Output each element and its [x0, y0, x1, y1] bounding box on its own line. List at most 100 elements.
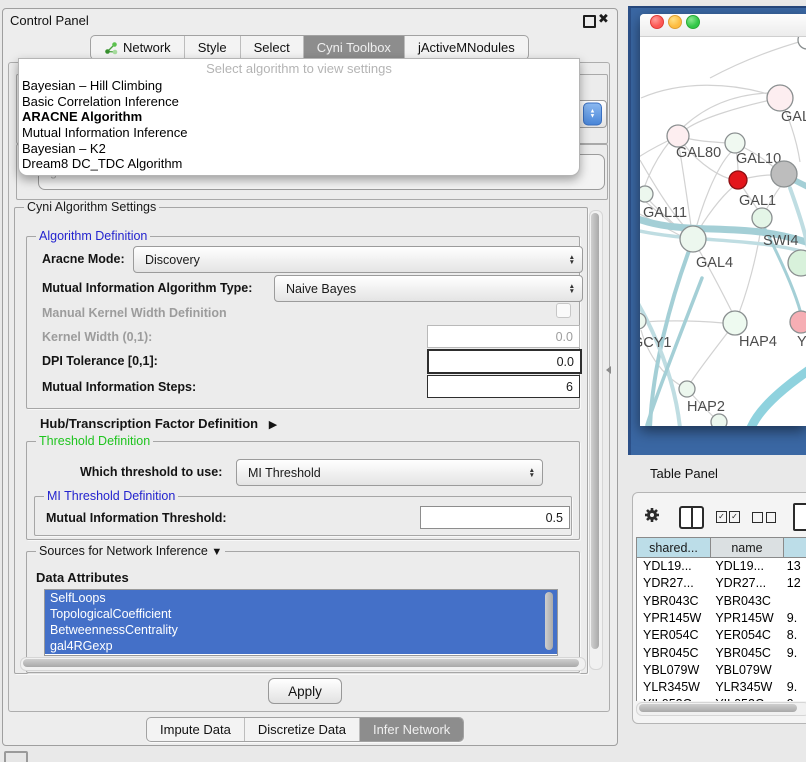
network-canvas[interactable]: GALGAL80GAL10GAL1GAL11GAL4SWI4GCY1HAP4YH…	[640, 37, 806, 426]
manual-kernel-checkbox[interactable]	[556, 303, 571, 318]
tab-infer-network[interactable]: Infer Network	[360, 718, 463, 741]
table-cell: YLR345W	[637, 679, 709, 696]
network-node[interactable]	[640, 186, 653, 202]
network-node[interactable]	[790, 311, 806, 333]
table-row[interactable]: YBR043CYBR043C	[637, 593, 806, 610]
network-window-titlebar[interactable]	[640, 14, 806, 37]
minimize-traffic-light[interactable]	[668, 15, 682, 29]
column-header-name[interactable]: name	[710, 537, 784, 558]
tab-cyni-toolbox[interactable]: Cyni Toolbox	[304, 36, 405, 59]
attribute-item-selected[interactable]: TopologicalCoefficient	[45, 606, 557, 622]
table-row[interactable]: YLR345WYLR345W9.	[637, 679, 806, 696]
table-cell: YBL079W	[637, 662, 709, 679]
dropdown-item[interactable]: Basic Correlation Inference	[19, 94, 579, 110]
network-node[interactable]	[752, 208, 772, 228]
column-header-partial[interactable]	[783, 537, 806, 558]
sources-title[interactable]: Sources for Network Inference ▼	[36, 544, 225, 558]
settings-group-title: Cyni Algorithm Settings	[24, 200, 159, 214]
tab-select[interactable]: Select	[241, 36, 304, 59]
tab-impute-data[interactable]: Impute Data	[147, 718, 245, 741]
attribute-item-selected[interactable]: SelfLoops	[45, 590, 557, 606]
bottom-tabbar: Impute Data Discretize Data Infer Networ…	[146, 717, 464, 742]
tab-jactivemnodules[interactable]: jActiveMNodules	[405, 36, 528, 59]
table-row[interactable]: YER054CYER054C8.	[637, 627, 806, 644]
float-window-icon[interactable]	[583, 15, 596, 28]
kernel-width-field[interactable]: 0.0	[427, 325, 580, 348]
column-header-shared-name[interactable]: shared...	[636, 537, 711, 558]
table-row[interactable]: YBL079WYBL079W	[637, 662, 806, 679]
splitpane-collapse-icon[interactable]	[606, 366, 611, 374]
table-row[interactable]: YDR27...YDR27...12	[637, 575, 806, 592]
table-hscrollbar[interactable]	[636, 702, 806, 716]
dpi-tolerance-label: DPI Tolerance [0,1]:	[42, 354, 158, 368]
tab-network-label: Network	[123, 40, 171, 55]
attributes-vscrollbar-thumb[interactable]	[545, 592, 553, 650]
network-node[interactable]	[788, 250, 806, 276]
table-cell: YDR27...	[637, 575, 709, 592]
table-cell: YER054C	[709, 627, 780, 644]
checked-boxes-icon[interactable]: ✓ ✓	[716, 511, 740, 522]
attribute-item-selected[interactable]: gal4RGexp	[45, 638, 557, 654]
gear-icon[interactable]	[643, 506, 661, 524]
table-row[interactable]: YDL19...YDL19...13	[637, 558, 806, 575]
tab-style[interactable]: Style	[185, 36, 241, 59]
unchecked-boxes-icon[interactable]	[752, 512, 776, 522]
minimized-panel-icon[interactable]	[4, 751, 28, 762]
table-cell: YPR145W	[709, 610, 780, 627]
network-node[interactable]	[723, 311, 747, 335]
dropdown-item[interactable]: Bayesian – K2	[19, 141, 579, 157]
table-cell: 9.	[781, 610, 806, 627]
node-label: GCY1	[640, 335, 672, 351]
table-row[interactable]: YBR045CYBR045C9.	[637, 645, 806, 662]
table-row[interactable]: YPR145WYPR145W9.	[637, 610, 806, 627]
network-node[interactable]	[679, 381, 695, 397]
combo-stepper-icon: ▲▼	[583, 103, 602, 126]
zoom-traffic-light[interactable]	[686, 15, 700, 29]
dropdown-item[interactable]: Dream8 DC_TDC Algorithm	[19, 156, 579, 172]
network-node[interactable]	[771, 161, 797, 187]
which-threshold-combo[interactable]: MI Threshold ▲▼	[236, 459, 543, 486]
network-node[interactable]	[725, 133, 745, 153]
dpi-tolerance-field[interactable]: 0.0	[427, 349, 582, 374]
node-label: HAP4	[739, 334, 777, 350]
hub-factor-expander[interactable]: Hub/Transcription Factor Definition ▶	[40, 416, 277, 431]
network-node[interactable]	[767, 85, 793, 111]
network-node[interactable]	[798, 37, 806, 49]
attribute-item-selected[interactable]: BetweennessCentrality	[45, 622, 557, 638]
close-traffic-light[interactable]	[650, 15, 664, 29]
algorithm-definition-title: Algorithm Definition	[36, 229, 150, 243]
settings-hscrollbar[interactable]	[20, 657, 586, 671]
mi-steps-field[interactable]: 6	[427, 375, 580, 398]
column-view-icon[interactable]	[679, 506, 704, 529]
combo-arrows-icon: ▲▼	[529, 468, 535, 478]
close-icon[interactable]: ✖	[598, 11, 609, 27]
table-cell: YBR045C	[709, 645, 780, 662]
combo-arrows-icon: ▲▼	[569, 255, 575, 265]
screen: Control Panel ✖ Network Style Select Cyn…	[0, 0, 806, 762]
sources-title-label: Sources for Network Inference	[39, 544, 208, 558]
tab-network[interactable]: Network	[91, 36, 185, 59]
network-node[interactable]	[680, 226, 706, 252]
settings-hscrollbar-thumb[interactable]	[23, 659, 579, 667]
network-node[interactable]	[729, 171, 747, 189]
dropdown-item[interactable]: Bayesian – Hill Climbing	[19, 78, 579, 94]
mi-threshold-field[interactable]: 0.5	[420, 506, 570, 529]
hub-factor-label: Hub/Transcription Factor Definition	[40, 416, 258, 431]
tab-discretize-data-label: Discretize Data	[258, 722, 346, 737]
table-function-icon[interactable]	[793, 503, 806, 531]
tab-jactivemnodules-label: jActiveMNodules	[418, 40, 515, 55]
table-cell	[781, 593, 806, 610]
mi-algorithm-type-combo[interactable]: Naive Bayes ▲▼	[274, 275, 583, 302]
apply-button[interactable]: Apply	[268, 678, 342, 704]
settings-vscrollbar[interactable]	[589, 210, 603, 670]
table-hscrollbar-thumb[interactable]	[639, 704, 797, 712]
settings-vscrollbar-thumb[interactable]	[591, 213, 599, 649]
dropdown-item-selected[interactable]: ARACNE Algorithm	[19, 109, 579, 125]
mi-steps-label: Mutual Information Steps:	[42, 380, 196, 394]
tab-discretize-data[interactable]: Discretize Data	[245, 718, 360, 741]
network-node[interactable]	[667, 125, 689, 147]
dropdown-item[interactable]: Mutual Information Inference	[19, 125, 579, 141]
network-node[interactable]	[711, 414, 727, 426]
table-row[interactable]: YIL052CYIL052C9	[637, 696, 806, 701]
aracne-mode-combo[interactable]: Discovery ▲▼	[133, 246, 583, 273]
